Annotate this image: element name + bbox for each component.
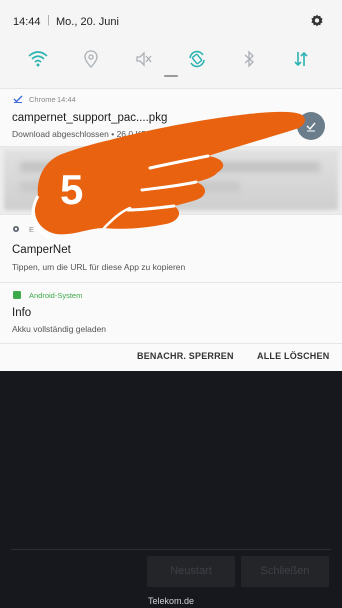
notification-title: Info: [12, 307, 32, 319]
divider: [11, 549, 331, 550]
wifi-icon[interactable]: [27, 48, 49, 70]
notification-body: Tippen, um die URL für diese App zu kopi…: [12, 262, 186, 272]
status-separator: |: [47, 14, 50, 26]
notification-body: Akku vollständig geladen: [12, 324, 107, 334]
settings-gear-icon[interactable]: [309, 13, 325, 29]
sound-off-icon[interactable]: [132, 48, 154, 70]
clear-all-button[interactable]: ALLE LÖSCHEN: [257, 351, 329, 361]
bluetooth-icon[interactable]: [238, 48, 260, 70]
notification-time: 14:44: [57, 95, 76, 104]
restart-button[interactable]: Neustart: [147, 556, 235, 587]
android-system-icon: [13, 291, 21, 299]
panel-drag-handle[interactable]: [164, 75, 178, 77]
step-number: 5: [60, 166, 84, 213]
close-button[interactable]: Schließen: [241, 556, 329, 587]
location-icon[interactable]: [80, 48, 102, 70]
status-time: 14:44: [13, 16, 41, 28]
status-date: Mo., 20. Juni: [56, 16, 119, 28]
notification-app-name: Chrome: [29, 95, 56, 104]
auto-rotate-icon[interactable]: [186, 48, 208, 70]
block-notifications-button[interactable]: BENACHR. SPERREN: [137, 351, 234, 361]
download-done-icon: [13, 95, 23, 103]
notification-app-name: Android-System: [29, 291, 83, 300]
data-transfer-icon[interactable]: [290, 48, 312, 70]
carrier-label: Telekom.de: [147, 596, 195, 606]
